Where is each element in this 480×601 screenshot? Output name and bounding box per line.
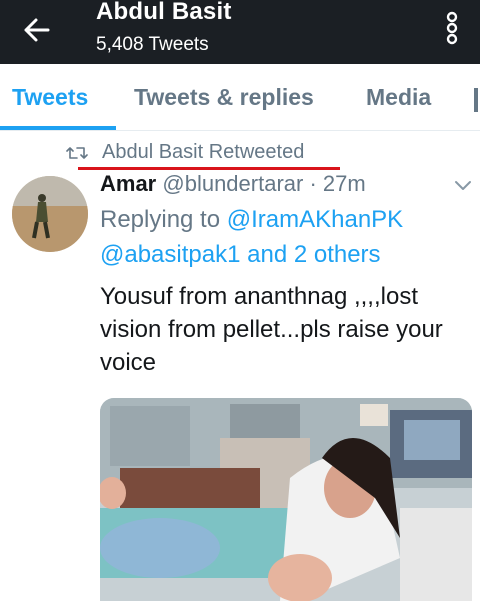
tab-tweets[interactable]: Tweets: [12, 84, 88, 111]
profile-app-bar: Abdul Basit 5,408 Tweets: [0, 0, 480, 64]
mention-link-2[interactable]: @abasitpak1: [100, 241, 240, 268]
overflow-menu-button[interactable]: [440, 8, 464, 48]
tweet-timestamp[interactable]: 27m: [323, 171, 366, 196]
avatar[interactable]: [12, 176, 88, 252]
arrow-left-icon: [24, 18, 50, 42]
author-name[interactable]: Amar: [100, 171, 156, 196]
tweet-media-image[interactable]: [100, 398, 472, 601]
others-link[interactable]: and 2 others: [240, 241, 380, 268]
profile-tabs: Tweets Tweets & replies Media: [0, 64, 480, 131]
tweet-body-text: Yousuf from ananthnag ,,,,lost vision fr…: [100, 283, 443, 376]
author-handle[interactable]: @blundertarar: [162, 171, 303, 196]
replying-to-line-1: Replying to @IramAKhanPK: [100, 206, 403, 234]
avatar-photo: [12, 176, 88, 252]
hospital-scene-photo: [100, 398, 472, 601]
retweet-icon: [66, 147, 88, 159]
more-vertical-icon: [446, 11, 458, 45]
tab-tweets-and-replies[interactable]: Tweets & replies: [134, 84, 314, 111]
tab-media[interactable]: Media: [366, 84, 431, 111]
back-button[interactable]: [18, 10, 58, 50]
retweeted-by-label[interactable]: Abdul Basit Retweeted: [102, 141, 304, 164]
replying-to-prefix: Replying to: [100, 206, 227, 233]
profile-name-title: Abdul Basit: [96, 0, 232, 25]
tab-likes-partial[interactable]: [474, 88, 478, 112]
active-tab-indicator: [0, 126, 116, 130]
mention-link[interactable]: @IramAKhanPK: [227, 206, 403, 233]
chevron-down-icon[interactable]: [452, 178, 474, 194]
header-separator: ·: [309, 171, 317, 196]
tweet-count: 5,408 Tweets: [96, 34, 209, 55]
red-annotation-underline: [78, 167, 340, 170]
tweet-header: Amar @blundertarar · 27m: [100, 171, 366, 197]
replying-to-line-2: @abasitpak1 and 2 others: [100, 241, 381, 269]
